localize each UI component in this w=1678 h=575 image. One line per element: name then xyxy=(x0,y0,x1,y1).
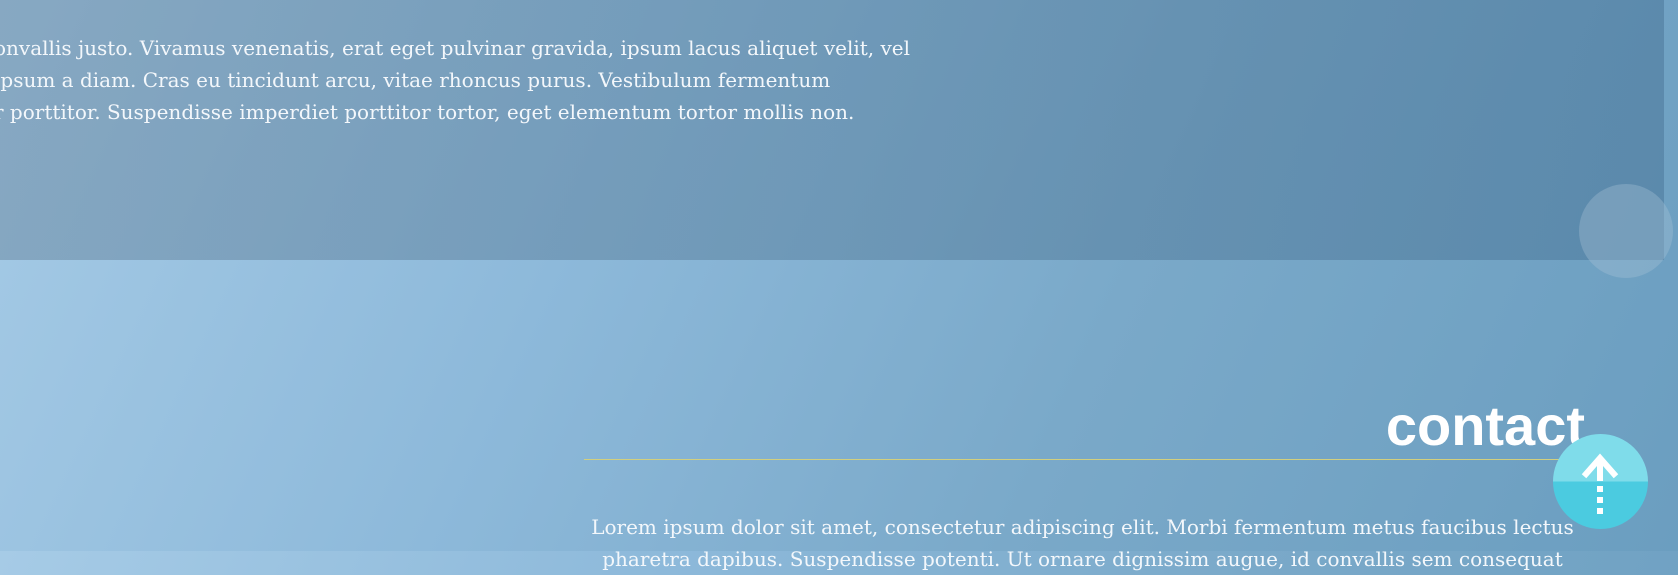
scroll-to-top-button[interactable] xyxy=(1553,434,1648,529)
contact-line: Lorem ipsum dolor sit amet, consectetur … xyxy=(591,515,1574,539)
contact-line: pharetra dapibus. Suspendisse potenti. U… xyxy=(602,547,1563,571)
intro-section: onvallis justo. Vivamus venenatis, erat … xyxy=(0,0,1664,260)
intro-line: ipsum a diam. Cras eu tincidunt arcu, vi… xyxy=(0,68,831,92)
intro-line: r porttitor. Suspendisse imperdiet portt… xyxy=(0,100,855,124)
arrow-up-icon xyxy=(1581,453,1619,514)
intro-line: onvallis justo. Vivamus venenatis, erat … xyxy=(0,36,911,60)
decorative-circle xyxy=(1579,184,1673,278)
contact-paragraph: Lorem ipsum dolor sit amet, consectetur … xyxy=(580,511,1585,575)
heading-divider xyxy=(584,459,1586,460)
intro-paragraph: onvallis justo. Vivamus venenatis, erat … xyxy=(0,32,911,128)
